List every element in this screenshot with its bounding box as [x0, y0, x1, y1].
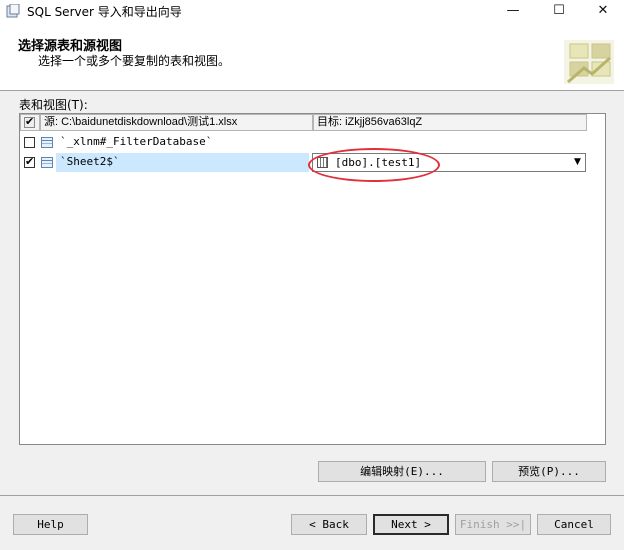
window-title: SQL Server 导入和导出向导 — [27, 5, 182, 19]
close-button[interactable]: ✕ — [580, 0, 624, 24]
chevron-down-icon[interactable]: ▼ — [570, 154, 585, 171]
help-button[interactable]: Help — [13, 514, 88, 535]
wizard-app-icon — [6, 4, 20, 18]
tables-and-views-label: 表和视图(T): — [19, 98, 88, 112]
wizard-header: 选择源表和源视图 选择一个或多个要复制的表和视图。 — [0, 24, 624, 91]
table-icon — [41, 157, 53, 168]
row-checkbox[interactable] — [24, 137, 35, 148]
grid-header: 源: C:\baidunetdiskdownload\测试1.xlsx 目标: … — [20, 114, 605, 132]
source-cell[interactable]: `Sheet2$` — [56, 153, 309, 172]
maximize-icon: ☐ — [553, 3, 565, 18]
close-icon: ✕ — [597, 3, 609, 18]
footer-divider — [0, 495, 624, 496]
annotation-ellipse — [308, 148, 440, 182]
table-icon — [41, 137, 53, 148]
wizard-header-graphic — [564, 40, 614, 84]
back-button[interactable]: < Back — [291, 514, 367, 535]
source-column-header[interactable]: 源: C:\baidunetdiskdownload\测试1.xlsx — [40, 114, 313, 131]
preview-button[interactable]: 预览(P)... — [492, 461, 606, 482]
target-column-header[interactable]: 目标: iZkjj856va63lqZ — [313, 114, 587, 131]
select-all-checkbox[interactable] — [24, 115, 35, 130]
next-button[interactable]: Next > — [373, 514, 449, 535]
minimize-icon: — — [506, 3, 520, 18]
cancel-button[interactable]: Cancel — [537, 514, 611, 535]
edit-mappings-button[interactable]: 编辑映射(E)... — [318, 461, 486, 482]
select-all-header[interactable] — [20, 114, 40, 131]
page-subtitle: 选择一个或多个要复制的表和视图。 — [38, 54, 231, 68]
row-checkbox[interactable] — [24, 155, 35, 168]
minimize-button[interactable]: — — [490, 0, 536, 24]
table-row[interactable]: `_xlnm#_FilterDatabase` — [20, 133, 605, 152]
source-table-name: `_xlnm#_FilterDatabase` — [60, 135, 213, 148]
title-bar: SQL Server 导入和导出向导 — ☐ ✕ — [0, 0, 624, 24]
source-cell[interactable]: `_xlnm#_FilterDatabase` — [56, 133, 309, 152]
finish-button[interactable]: Finish >>| — [455, 514, 531, 535]
source-table-name: `Sheet2$` — [60, 155, 120, 168]
maximize-button[interactable]: ☐ — [536, 0, 582, 24]
